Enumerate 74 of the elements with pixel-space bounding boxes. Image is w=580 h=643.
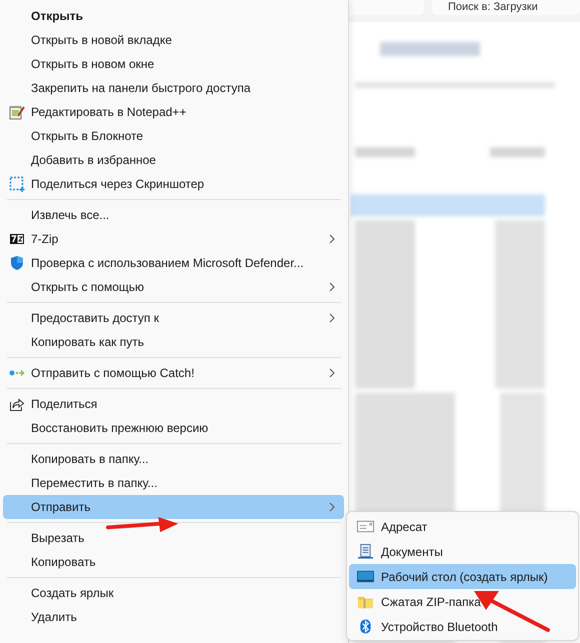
menu-item[interactable]: Извлечь все... xyxy=(3,203,344,227)
menu-item-label: Удалить xyxy=(31,609,77,625)
menu-item-label: Открыть в новой вкладке xyxy=(31,32,172,48)
menu-item-label: Открыть xyxy=(31,8,84,24)
menu-item-label: Создать ярлык xyxy=(31,585,114,601)
submenu-item-label: Рабочий стол (создать ярлык) xyxy=(381,568,548,584)
menu-item[interactable]: Проверка с использованием Microsoft Defender... xyxy=(3,251,344,275)
chevron-icon xyxy=(329,282,335,292)
menu-item[interactable]: Копировать xyxy=(3,550,344,574)
menu-item-label: Закрепить на панели быстрого доступа xyxy=(31,80,250,96)
menu-item[interactable]: Редактировать в Notepad++ xyxy=(3,100,344,124)
document-icon xyxy=(356,544,374,559)
menu-item[interactable]: Копировать в папку... xyxy=(3,447,344,471)
zip-folder-icon xyxy=(356,594,374,609)
submenu-item[interactable]: Адресат xyxy=(349,514,576,539)
menu-item[interactable]: Поделиться через Скриншотер xyxy=(3,172,344,196)
menu-item-label: Переместить в папку... xyxy=(31,475,158,491)
menu-item[interactable]: Переместить в папку... xyxy=(3,471,344,495)
submenu-item-label: Документы xyxy=(381,544,443,560)
menu-item-label: Предоставить доступ к xyxy=(31,310,159,326)
submenu-item[interactable]: Сжатая ZIP-папка xyxy=(349,589,576,614)
menu-item-label: Добавить в избранное xyxy=(31,152,156,168)
menu-item-label: Поделиться xyxy=(31,396,98,412)
menu-item[interactable]: Создать ярлык xyxy=(3,581,344,605)
menu-item[interactable]: 7-Zip xyxy=(3,227,344,251)
menu-item[interactable]: Открыть в новом окне xyxy=(3,52,344,76)
menu-item[interactable]: Открыть в Блокноте xyxy=(3,124,344,148)
menu-item-label: Копировать xyxy=(31,554,96,570)
desktop-icon xyxy=(356,569,374,584)
menu-item[interactable]: Отправить xyxy=(3,495,344,519)
shield-icon xyxy=(9,255,25,271)
chevron-icon xyxy=(329,313,335,323)
menu-item[interactable]: Поделиться xyxy=(3,392,344,416)
menu-item[interactable]: Отправить с помощью Catch! xyxy=(3,361,344,385)
menu-item-label: Копировать в папку... xyxy=(31,451,149,467)
search-placeholder: Поиск в: Загрузки xyxy=(448,1,538,14)
menu-item-label: Восстановить прежнюю версию xyxy=(31,420,208,436)
menu-item-label: 7-Zip xyxy=(31,231,58,247)
chevron-icon xyxy=(329,502,335,512)
submenu-item[interactable]: Устройство Bluetooth xyxy=(349,614,576,639)
menu-item-label: Отправить с помощью Catch! xyxy=(31,365,194,381)
menu-item-label: Извлечь все... xyxy=(31,207,110,223)
envelope-icon xyxy=(356,519,374,534)
menu-item[interactable]: Добавить в избранное xyxy=(3,148,344,172)
menu-item[interactable]: Открыть в новой вкладке xyxy=(3,28,344,52)
submenu-item[interactable]: Рабочий стол (создать ярлык) xyxy=(349,564,576,589)
menu-item[interactable]: Открыть с помощью xyxy=(3,275,344,299)
menu-item-label: Вырезать xyxy=(31,530,84,546)
menu-item[interactable]: Копировать как путь xyxy=(3,330,344,354)
menu-item[interactable]: Удалить xyxy=(3,605,344,629)
notepad-icon xyxy=(9,104,25,120)
menu-item-label: Копировать как путь xyxy=(31,334,144,350)
menu-item-label: Проверка с использованием Microsoft Defender... xyxy=(31,255,304,271)
share-icon xyxy=(9,396,25,412)
submenu-item[interactable]: Документы xyxy=(349,539,576,564)
submenu-item-label: Устройство Bluetooth xyxy=(381,618,498,634)
screenshot-icon xyxy=(9,176,25,192)
chevron-icon xyxy=(329,368,335,378)
menu-item-label: Поделиться через Скриншотер xyxy=(31,176,204,192)
menu-item[interactable]: Вырезать xyxy=(3,526,344,550)
zip-logo-icon xyxy=(9,231,25,247)
submenu-item-label: Адресат xyxy=(381,518,428,534)
menu-item-label: Открыть с помощью xyxy=(31,279,144,295)
menu-item-label: Открыть в Блокноте xyxy=(31,128,144,144)
search-field[interactable]: Поиск в: Загрузки xyxy=(432,0,580,15)
submenu-item-label: Сжатая ZIP-папка xyxy=(381,594,481,610)
menu-item[interactable]: Восстановить прежнюю версию xyxy=(3,416,344,440)
menu-item-label: Отправить xyxy=(31,499,91,515)
chevron-icon xyxy=(329,234,335,244)
menu-item[interactable]: Предоставить доступ к xyxy=(3,306,344,330)
menu-item[interactable]: Закрепить на панели быстрого доступа xyxy=(3,76,344,100)
menu-item-label: Редактировать в Notepad++ xyxy=(31,104,186,120)
menu-item-label: Открыть в новом окне xyxy=(31,56,154,72)
menu-item[interactable]: Открыть xyxy=(3,4,344,28)
